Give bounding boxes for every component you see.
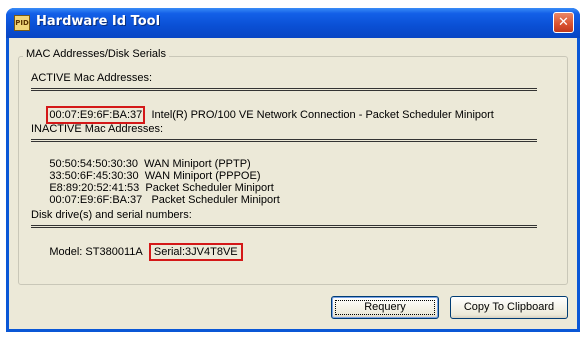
inactive-mac-address: 00:07:E9:6F:BA:37	[49, 194, 143, 206]
copy-to-clipboard-label: Copy To Clipboard	[463, 301, 555, 313]
copy-to-clipboard-button[interactable]: Copy To Clipboard	[450, 296, 568, 319]
groupbox-legend: MAC Addresses/Disk Serials	[23, 48, 169, 60]
dialog-client-area: MAC Addresses/Disk Serials ACTIVE Mac Ad…	[9, 38, 577, 329]
app-icon: PID	[14, 15, 30, 31]
requery-button[interactable]: Requery	[331, 296, 439, 319]
disk-separator	[31, 225, 537, 228]
window-title: Hardware Id Tool	[36, 14, 161, 29]
focus-rect	[335, 300, 435, 315]
active-mac-description: Intel(R) PRO/100 VE Network Connection -…	[151, 109, 494, 121]
active-mac-address: 00:07:E9:6F:BA:37	[46, 106, 146, 124]
inactive-separator	[31, 139, 537, 142]
active-separator	[31, 88, 537, 91]
disk-row: Model: ST380011A Serial:3JV4T8VE	[31, 234, 243, 270]
title-bar[interactable]: PID Hardware Id Tool ✕	[6, 8, 580, 38]
disk-heading: Disk drive(s) and serial numbers:	[31, 209, 192, 221]
disk-serial: Serial:3JV4T8VE	[148, 243, 243, 261]
close-icon: ✕	[558, 15, 569, 30]
close-button[interactable]: ✕	[553, 12, 574, 33]
inactive-mac-description: Packet Scheduler Miniport	[151, 194, 280, 206]
active-mac-heading: ACTIVE Mac Addresses:	[31, 72, 153, 84]
disk-model: Model: ST380011A	[49, 246, 143, 258]
inactive-mac-heading: INACTIVE Mac Addresses:	[31, 123, 164, 135]
hardware-id-tool-window: PID Hardware Id Tool ✕ MAC Addresses/Dis…	[6, 8, 580, 332]
